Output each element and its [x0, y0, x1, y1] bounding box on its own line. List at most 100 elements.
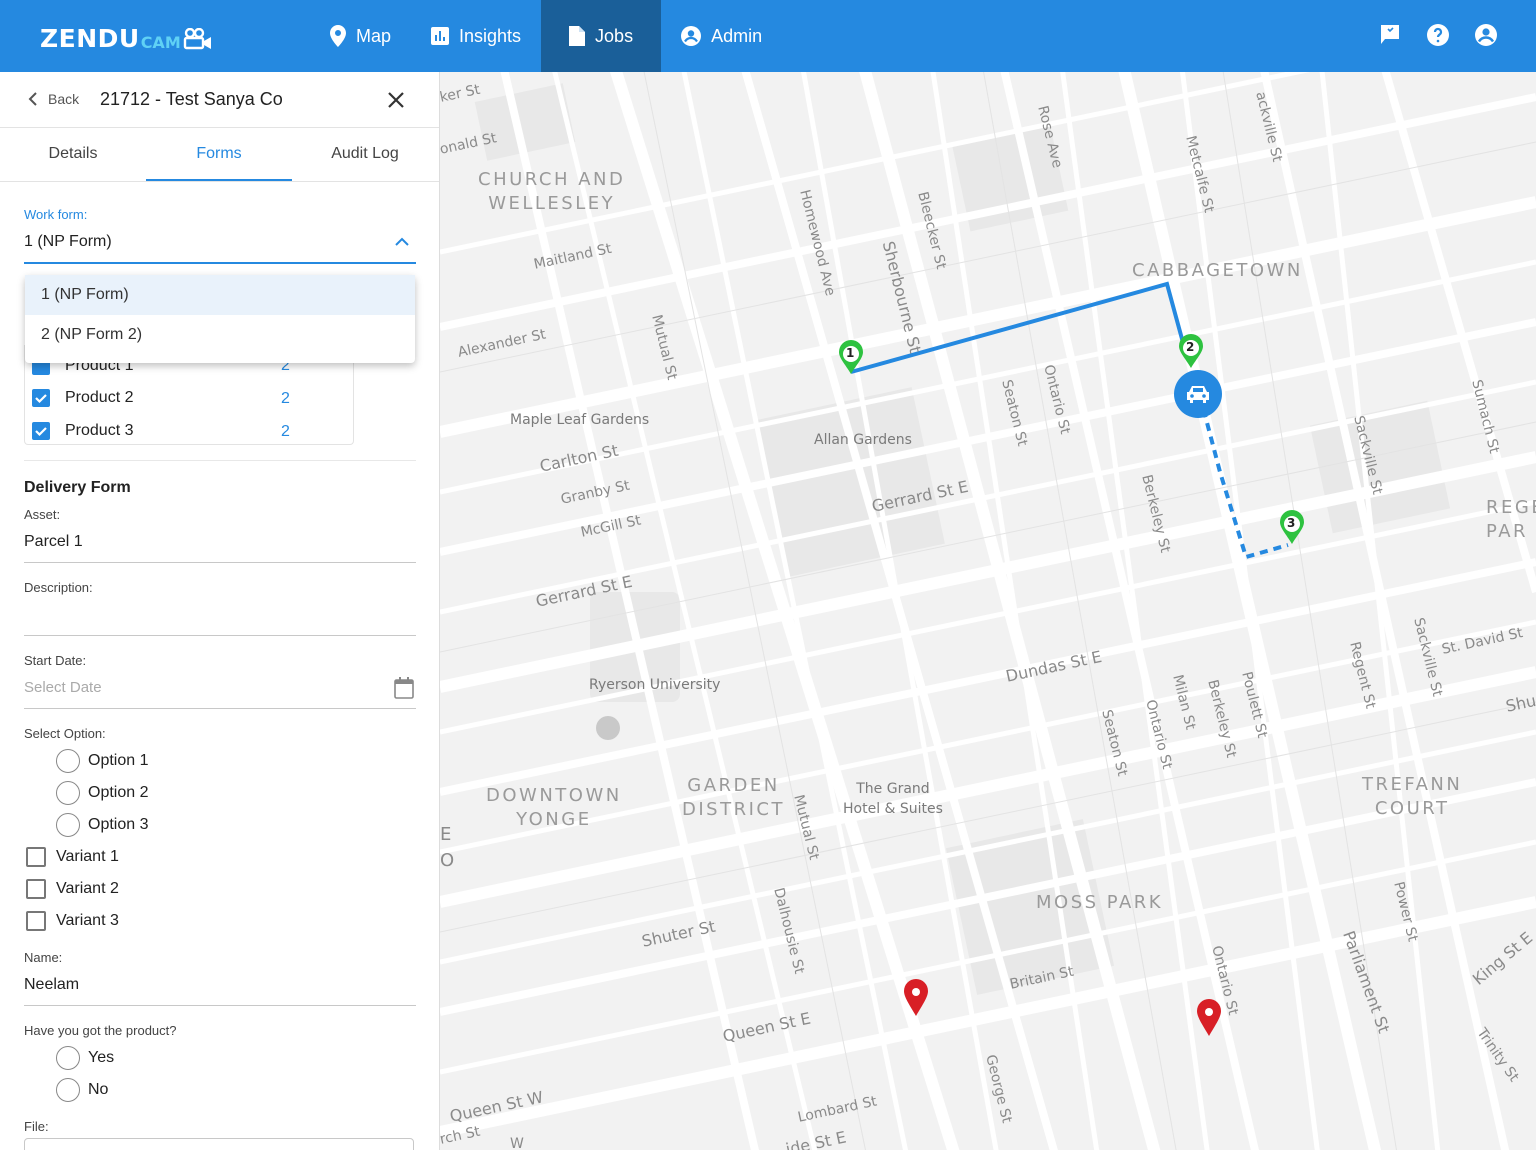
chevron-up-icon[interactable]	[395, 237, 409, 246]
radio-label: Option 1	[88, 752, 149, 769]
checkbox-unchecked[interactable]	[26, 847, 46, 867]
work-form-dropdown: 1 (NP Form) 2 (NP Form 2)	[25, 275, 415, 363]
checkbox-variant-1[interactable]: Variant 1	[26, 845, 119, 869]
description-field[interactable]	[24, 606, 416, 630]
product-row[interactable]: Product 3	[32, 419, 133, 443]
asset-field[interactable]: Parcel 1	[24, 533, 83, 551]
back-button[interactable]: Back	[28, 91, 79, 107]
nav-jobs[interactable]: Jobs	[541, 0, 662, 72]
delivery-form-title: Delivery Form	[24, 479, 131, 496]
panel-tabs: Details Forms Audit Log	[0, 128, 439, 182]
checkbox-label: Variant 2	[56, 880, 119, 897]
file-label: File:	[24, 1119, 49, 1134]
radio-option-1[interactable]: Option 1	[56, 749, 148, 773]
car-icon	[1187, 386, 1209, 403]
checkbox-label: Variant 3	[56, 912, 119, 929]
radio-label: Option 3	[88, 816, 149, 833]
asset-underline	[24, 562, 416, 563]
document-icon	[569, 26, 586, 46]
checkbox-unchecked[interactable]	[26, 879, 46, 899]
map-view[interactable]: 1 2 3 CHURCH AND WELLESLEY CABBAGETOWN D…	[440, 72, 1536, 1150]
neighbourhood-label: MOSS PARK	[1036, 892, 1164, 913]
radio-button[interactable]	[56, 781, 80, 805]
radio-no[interactable]: No	[56, 1078, 108, 1102]
radio-button[interactable]	[56, 813, 80, 837]
neighbourhood-label: CHURCH AND WELLESLEY	[478, 169, 626, 214]
logo-subtext: CAM	[140, 33, 181, 52]
section-divider	[24, 460, 416, 461]
poi-label: Ryerson University	[589, 677, 721, 693]
nav-admin-label: Admin	[711, 25, 763, 46]
top-bar: ZENDU CAM Map Insights Jobs Admin	[0, 0, 1536, 72]
radio-label: Yes	[88, 1049, 115, 1066]
work-form-label: Work form:	[24, 207, 88, 222]
street-label: O	[440, 850, 455, 871]
product-question-label: Have you got the product?	[24, 1023, 177, 1038]
checkbox-variant-2[interactable]: Variant 2	[26, 877, 119, 901]
stop-number: 3	[1287, 516, 1296, 530]
radio-button[interactable]	[56, 749, 80, 773]
radio-button[interactable]	[56, 1046, 80, 1070]
checkbox-checked[interactable]	[32, 389, 50, 407]
chart-icon	[431, 27, 450, 45]
vehicle-marker[interactable]	[1174, 370, 1222, 418]
checkbox-unchecked[interactable]	[26, 911, 46, 931]
checkbox-variant-3[interactable]: Variant 3	[26, 909, 119, 933]
job-title: 21712 - Test Sanya Co	[100, 89, 283, 109]
dropdown-option-2[interactable]: 2 (NP Form 2)	[25, 315, 415, 355]
neighbourhood-label: CABBAGETOWN	[1132, 260, 1303, 281]
help-icon[interactable]	[1426, 23, 1450, 47]
product-row[interactable]: Product 2	[32, 386, 133, 410]
product-qty: 2	[281, 423, 290, 440]
checkbox-checked[interactable]	[32, 422, 50, 440]
stop-number: 2	[1186, 340, 1195, 354]
neighbourhood-label: REGE PAR	[1486, 497, 1536, 542]
nav-insights[interactable]: Insights	[411, 0, 541, 72]
nav-jobs-label: Jobs	[595, 25, 634, 46]
radio-yes[interactable]: Yes	[56, 1046, 114, 1070]
street-label: E	[440, 824, 452, 845]
start-date-label: Start Date:	[24, 653, 87, 668]
file-input[interactable]	[24, 1138, 414, 1150]
feedback-icon[interactable]	[1378, 23, 1402, 47]
video-camera-icon	[183, 28, 211, 50]
radio-option-2[interactable]: Option 2	[56, 781, 148, 805]
name-field[interactable]: Neelam	[24, 976, 79, 994]
back-label: Back	[48, 91, 80, 107]
neighbourhood-label: TREFANN COURT	[1362, 774, 1463, 819]
product-qty: 2	[281, 390, 290, 407]
poi-label: Allan Gardens	[814, 432, 912, 448]
chevron-left-icon	[28, 92, 37, 106]
start-date-underline	[24, 708, 416, 709]
dropdown-option-1[interactable]: 1 (NP Form)	[25, 275, 415, 315]
radio-button[interactable]	[56, 1078, 80, 1102]
nav-insights-label: Insights	[459, 25, 522, 46]
radio-option-3[interactable]: Option 3	[56, 813, 148, 837]
user-account-icon[interactable]	[1474, 23, 1498, 47]
select-option-label: Select Option:	[24, 726, 106, 741]
poi-label: The Grand Hotel & Suites	[843, 781, 943, 817]
product-name: Product 2	[65, 389, 134, 406]
nav-map[interactable]: Map	[310, 0, 411, 72]
stop-number: 1	[846, 346, 855, 360]
alert-marker[interactable]	[1197, 999, 1221, 1036]
product-name: Product 3	[65, 422, 134, 439]
calendar-icon[interactable]	[394, 677, 414, 699]
tab-details[interactable]: Details	[0, 128, 146, 181]
main-nav: Map Insights Jobs Admin	[310, 0, 782, 72]
tab-forms[interactable]: Forms	[146, 128, 292, 181]
close-icon[interactable]	[386, 90, 406, 110]
pin-icon	[330, 25, 346, 47]
start-date-field[interactable]: Select Date	[24, 679, 102, 696]
name-underline	[24, 1005, 416, 1006]
zenducam-logo[interactable]: ZENDU CAM	[40, 22, 213, 52]
tab-audit-log[interactable]: Audit Log	[292, 128, 438, 181]
nav-map-label: Map	[356, 25, 392, 46]
poi-label: Maple Leaf Gardens	[510, 412, 650, 428]
account-icon	[681, 26, 702, 46]
work-form-select[interactable]: 1 (NP Form)	[24, 233, 112, 251]
panel-header: Back 21712 - Test Sanya Co	[0, 72, 439, 128]
nav-admin[interactable]: Admin	[661, 0, 782, 72]
description-label: Description:	[24, 580, 93, 595]
top-actions	[1378, 23, 1498, 47]
